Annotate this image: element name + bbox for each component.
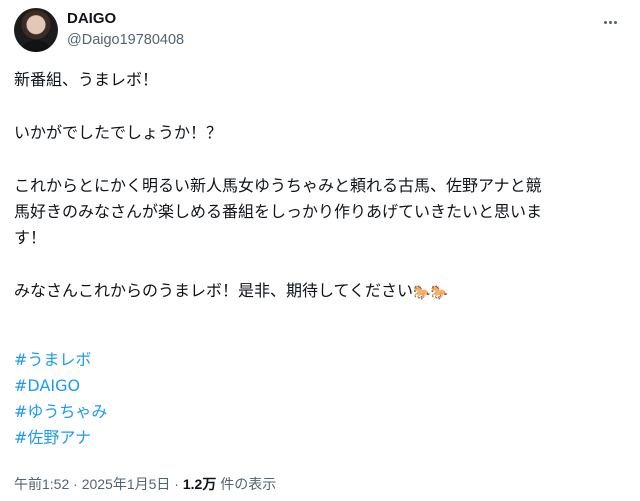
tweet-meta: 午前1:52 · 2025年1月5日 · 1.2万 件の表示 — [14, 474, 276, 494]
tweet-line: みなさんこれからのうまレボ！是非、期待してください🐎🐎 — [14, 279, 448, 305]
author-handle[interactable]: @Daigo19780408 — [67, 30, 184, 50]
hashtag-link[interactable]: #佐野アナ — [14, 426, 91, 450]
tweet-line: これからとにかく明るい新人馬女ゆうちゃみと頼れる古馬、佐野アナと競 — [14, 176, 542, 195]
meta-separator: · — [69, 476, 82, 492]
more-horizontal-icon[interactable] — [600, 12, 620, 32]
avatar[interactable] — [14, 8, 58, 52]
horse-emoji-icon: 🐎🐎 — [413, 285, 448, 301]
meta-separator: · — [170, 476, 183, 492]
view-count: 1.2万 — [182, 476, 217, 492]
tweet-line: 新番組、うまレボ！ — [14, 70, 159, 89]
tweet-header: DAIGO @Daigo19780408 — [14, 8, 626, 54]
tweet-date[interactable]: 2025年1月5日 — [82, 476, 171, 492]
tweet-line: 馬好きのみなさんが楽しめる番組をしっかり作りあげていきたいと思いま — [14, 202, 543, 221]
hashtag-link[interactable]: #うまレボ — [14, 348, 91, 372]
hashtag-link[interactable]: #ゆうちゃみ — [14, 400, 107, 424]
view-count-label: 件の表示 — [216, 476, 277, 492]
tweet-line-text: みなさんこれからのうまレボ！是非、期待してください — [14, 281, 414, 300]
tweet-line: す！ — [14, 228, 47, 247]
tweet-card: DAIGO @Daigo19780408 新番組、うまレボ！ いかがでしたでしょ… — [0, 0, 640, 501]
tweet-time[interactable]: 午前1:52 — [14, 476, 69, 492]
author-name[interactable]: DAIGO — [67, 9, 116, 29]
tweet-line: いかがでしたでしょうか！？ — [14, 123, 223, 142]
hashtag-link[interactable]: #DAIGO — [14, 374, 80, 398]
